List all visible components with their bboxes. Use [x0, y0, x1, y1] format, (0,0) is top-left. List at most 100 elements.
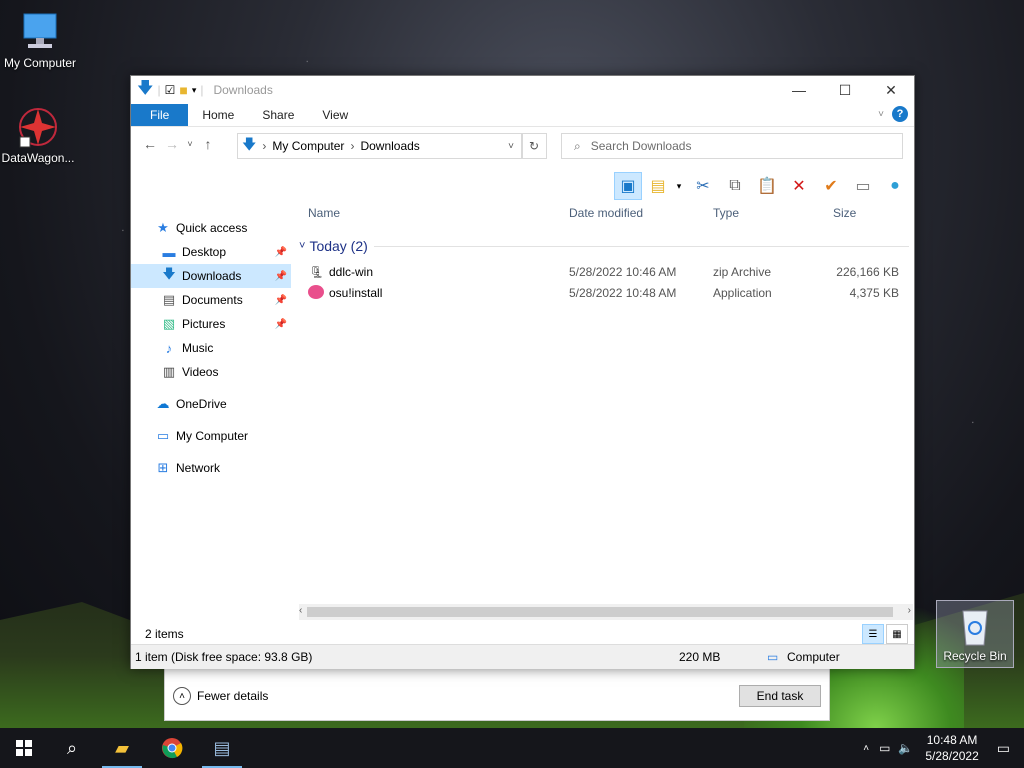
sidebar-item-quick-access[interactable]: ★ Quick access [131, 216, 291, 240]
sidebar-item-label: OneDrive [176, 397, 227, 411]
table-row[interactable]: osu!install 5/28/2022 10:48 AM Applicati… [299, 283, 909, 303]
location-label: Computer [787, 650, 840, 664]
large-icons-view-icon[interactable]: ▦ [886, 624, 908, 644]
scroll-left-icon[interactable]: ‹ [299, 605, 302, 616]
column-header-type[interactable]: Type [713, 206, 739, 220]
navigation-bar: ← → ˅ ↑ 🡇 › My Computer › Downloads ˅ ↻ … [131, 127, 914, 161]
zip-archive-icon: 🗜 [309, 265, 325, 279]
expand-ribbon-icon[interactable]: ˅ [878, 109, 884, 120]
separator: | [157, 83, 161, 97]
refresh-button[interactable]: ↻ [521, 133, 547, 159]
taskbar-task-manager[interactable]: ▤ [198, 728, 246, 768]
sidebar-item-desktop[interactable]: ▬ Desktop 📌 [131, 240, 291, 264]
title-bar: 🡇 | ☑ ■ ▾ | Downloads — ☐ ✕ [131, 76, 914, 104]
up-button[interactable]: ↑ [197, 136, 219, 152]
down-arrow-icon[interactable]: 🡇 [137, 77, 153, 104]
tab-view[interactable]: View [308, 104, 362, 126]
checkmark-icon[interactable]: ✔ [818, 173, 844, 199]
desktop-icon-recycle-bin[interactable]: Recycle Bin [936, 600, 1014, 668]
sidebar-item-onedrive[interactable]: ☁ OneDrive [131, 392, 291, 416]
scroll-right-icon[interactable]: › [908, 605, 911, 616]
ribbon-tabs: File Home Share View ˅ ? [131, 104, 914, 127]
taskbar-file-explorer[interactable]: ▰ [98, 728, 146, 768]
address-dropdown-icon[interactable]: ˅ [508, 141, 514, 152]
column-header-name[interactable]: Name [308, 206, 340, 220]
properties-icon[interactable]: ▤ [648, 173, 668, 199]
breadcrumb-downloads[interactable]: Downloads [360, 139, 419, 153]
group-header-today[interactable]: ˅ Today (2) [299, 238, 909, 254]
window-title: Downloads [213, 83, 273, 97]
paste-icon[interactable]: 📋 [754, 173, 780, 199]
tab-file[interactable]: File [131, 104, 189, 126]
desktop-icon-datawagon[interactable]: DataWagon... [0, 105, 78, 165]
cut-icon[interactable]: ✂ [690, 173, 716, 199]
sidebar-item-label: Documents [182, 293, 243, 307]
notification-icon[interactable]: ▭ [997, 740, 1010, 757]
task-manager-icon: ▤ [213, 737, 231, 758]
fewer-details-link[interactable]: ˄ Fewer details [173, 687, 268, 705]
globe-icon[interactable]: ● [882, 173, 908, 199]
downloads-icon: 🡇 [162, 266, 176, 281]
pin-icon: 📌 [274, 294, 287, 306]
maximize-button[interactable]: ☐ [822, 76, 868, 104]
column-header-size[interactable]: Size [833, 206, 856, 220]
scrollbar-thumb[interactable] [307, 607, 893, 617]
volume-icon[interactable]: 🔈 [898, 741, 913, 755]
sidebar-item-videos[interactable]: ▥ Videos [131, 360, 291, 384]
dropdown-icon[interactable]: ▾ [674, 173, 684, 199]
close-button[interactable]: ✕ [868, 76, 914, 104]
breadcrumb-separator-icon: › [350, 139, 355, 153]
sidebar-item-my-computer[interactable]: ▭ My Computer [131, 424, 291, 448]
details-view-icon[interactable]: ☰ [862, 624, 884, 644]
delete-icon[interactable]: ✕ [786, 173, 812, 199]
disk-info: 1 item (Disk free space: 93.8 GB) [135, 650, 313, 664]
new-folder-icon[interactable]: ■ [179, 82, 187, 98]
search-button[interactable]: ⌕ [48, 728, 96, 768]
table-row[interactable]: 🗜 ddlc-win 5/28/2022 10:46 AM zip Archiv… [299, 262, 909, 282]
start-button[interactable] [0, 728, 48, 768]
clock[interactable]: 10:48 AM 5/28/2022 [925, 732, 978, 764]
copy-icon[interactable]: ⧉ [722, 173, 748, 199]
network-icon: ⊞ [157, 460, 169, 475]
desktop-icon-label: Recycle Bin [943, 649, 1007, 663]
clock-time: 10:48 AM [926, 733, 978, 747]
file-size: 226,166 KB [836, 265, 899, 279]
address-bar[interactable]: 🡇 › My Computer › Downloads ˅ [237, 133, 523, 159]
preview-pane-icon[interactable]: ▣ [614, 172, 642, 200]
help-icon[interactable]: ? [892, 106, 908, 122]
network-icon[interactable]: ▭ [879, 741, 890, 755]
properties-icon[interactable]: ☑ [165, 83, 176, 97]
fewer-details-label: Fewer details [197, 689, 269, 703]
sidebar-item-label: Quick access [176, 221, 248, 235]
search-icon: ⌕ [66, 737, 78, 758]
group-label: Today (2) [309, 238, 368, 254]
minimize-button[interactable]: — [776, 76, 822, 104]
taskbar-chrome[interactable] [148, 728, 196, 768]
column-header-date[interactable]: Date modified [569, 206, 643, 220]
forward-button[interactable]: → [161, 136, 183, 152]
file-name: osu!install [329, 286, 383, 300]
sidebar-item-network[interactable]: ⊞ Network [131, 456, 291, 480]
sidebar-item-downloads[interactable]: 🡇 Downloads 📌 [131, 264, 291, 288]
sidebar-item-music[interactable]: ♪ Music [131, 336, 291, 360]
rename-icon[interactable]: ▭ [850, 173, 876, 199]
search-box[interactable]: ⌕ Search Downloads [561, 133, 903, 159]
explorer-window: 🡇 | ☑ ■ ▾ | Downloads — ☐ ✕ File Home Sh… [130, 75, 915, 669]
tab-home[interactable]: Home [188, 104, 248, 126]
tab-share[interactable]: Share [248, 104, 308, 126]
customize-dropdown-icon[interactable]: ▾ [192, 85, 197, 96]
end-task-button[interactable]: End task [739, 685, 821, 707]
breadcrumb-my-computer[interactable]: My Computer [272, 139, 344, 153]
cloud-icon: ☁ [156, 396, 170, 411]
horizontal-scrollbar[interactable]: ‹ › [299, 604, 913, 620]
desktop-icon-my-computer[interactable]: My Computer [0, 10, 80, 70]
recent-locations-icon[interactable]: ˅ [183, 139, 197, 149]
view-buttons: ☰ ▦ [862, 624, 908, 644]
taskbar: ⌕ ▰ ▤ ˄ ▭ 🔈 10:48 AM 5/28/2022 ▭ [0, 728, 1024, 768]
separator: | [200, 83, 204, 97]
sidebar-item-pictures[interactable]: ▧ Pictures 📌 [131, 312, 291, 336]
sidebar-item-documents[interactable]: ▤ Documents 📌 [131, 288, 291, 312]
desktop-icon-label: My Computer [3, 56, 77, 70]
back-button[interactable]: ← [139, 136, 161, 152]
show-hidden-icons-icon[interactable]: ˄ [863, 743, 869, 754]
